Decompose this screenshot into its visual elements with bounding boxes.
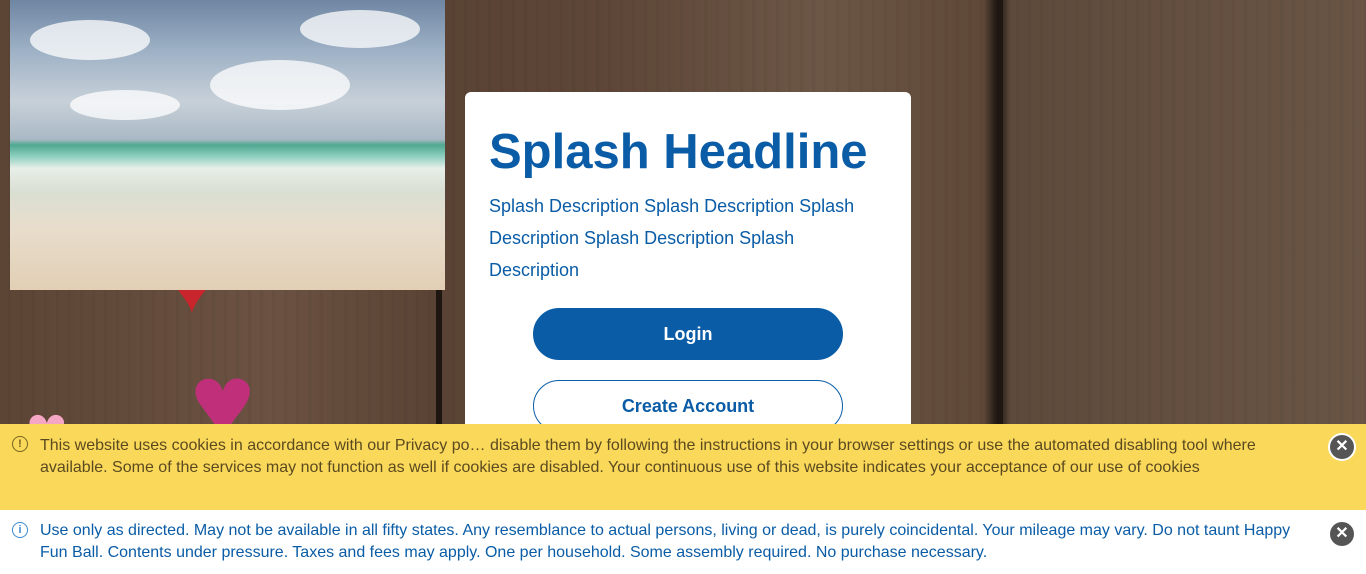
splash-card: Splash Headline Splash Description Splas… [465, 92, 911, 454]
splash-headline: Splash Headline [489, 125, 868, 179]
cookie-banner-text: This website uses cookies in accordance … [40, 437, 1256, 476]
wood-plank-gap [997, 0, 1003, 430]
cookie-banner-close-button[interactable]: ✕ [1330, 435, 1354, 459]
info-icon: ! [12, 436, 28, 452]
beach-photo [10, 0, 445, 290]
info-icon: i [12, 522, 28, 538]
notice-banner: i Use only as directed. May not be avail… [0, 510, 1366, 574]
splash-description: Splash Description Splash Description Sp… [489, 196, 855, 280]
notice-banner-close-button[interactable]: ✕ [1330, 522, 1354, 546]
notice-banner-text: Use only as directed. May not be availab… [40, 522, 1291, 561]
cookie-banner: ! This website uses cookies in accordanc… [0, 424, 1366, 510]
login-button[interactable]: Login [533, 308, 843, 360]
